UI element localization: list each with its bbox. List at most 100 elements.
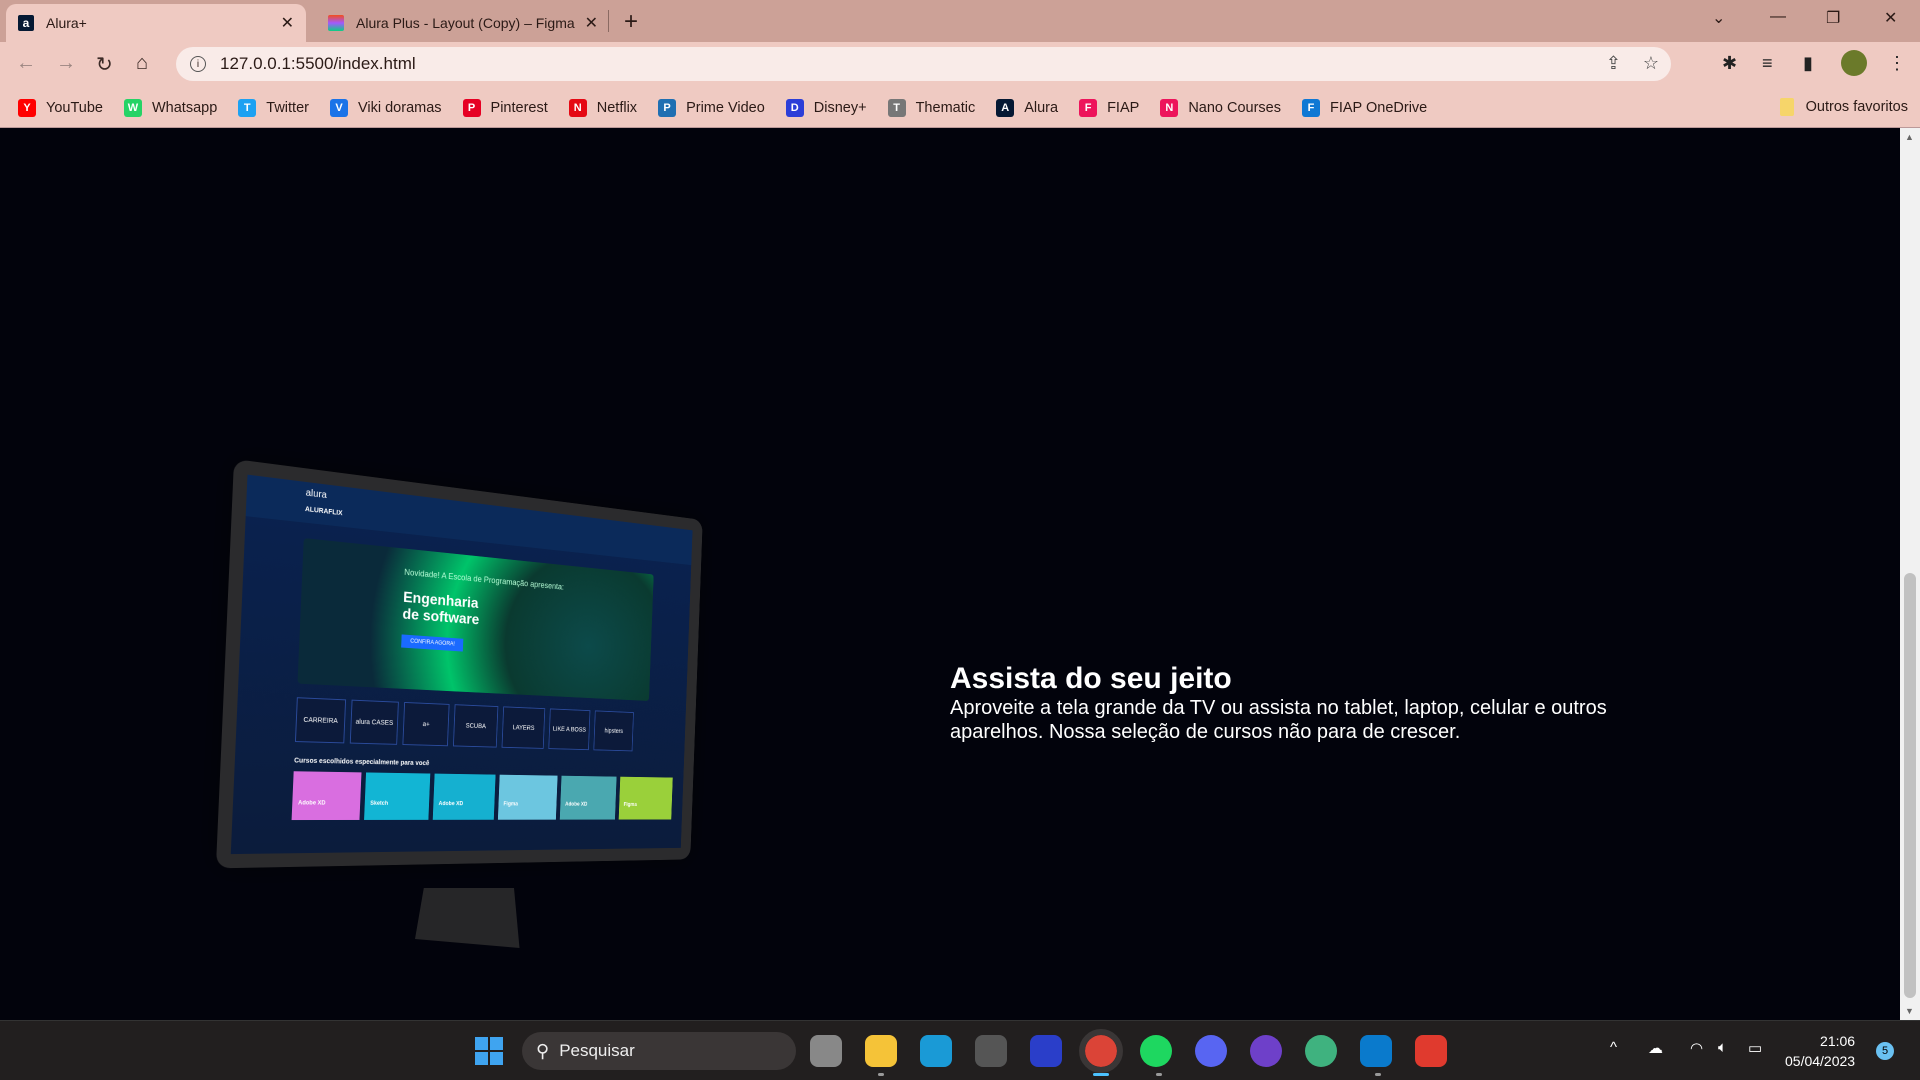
bookmark-label: Prime Video (686, 99, 765, 116)
taskbar-search[interactable]: ⚲ Pesquisar (522, 1032, 796, 1070)
whatsapp-icon: W (123, 98, 142, 117)
mockup-course-card: Adobe XD (559, 775, 617, 820)
bookmark-viki-doramas[interactable]: V Viki doramas (329, 98, 442, 117)
figma-icon (328, 15, 344, 31)
mockup-tile: a+ (402, 701, 450, 747)
search-icon: ⚲ (536, 1040, 550, 1061)
close-tab-icon[interactable]: ✕ (281, 13, 294, 33)
spotify-icon[interactable] (1140, 1035, 1172, 1067)
scroll-up-arrow[interactable]: ▲ (1905, 132, 1914, 142)
address-bar[interactable]: i 127.0.0.1:5500/index.html ⇪ ☆ (176, 47, 1671, 81)
mockup-course-card: Adobe XD (291, 771, 362, 821)
wifi-icon[interactable]: ◠ (1690, 1039, 1703, 1057)
scroll-down-arrow[interactable]: ▼ (1905, 1006, 1914, 1016)
chrome-icon[interactable] (1079, 1029, 1123, 1073)
edge-icon[interactable] (920, 1035, 952, 1067)
alura-icon: a (18, 15, 34, 31)
share-icon[interactable]: ⇪ (1606, 53, 1621, 74)
clock-time: 21:06 (1820, 1033, 1856, 1049)
toolbar: ← → ↻ ⌂ i 127.0.0.1:5500/index.html ⇪ ☆ … (0, 42, 1920, 88)
cortana-icon[interactable] (1030, 1035, 1062, 1067)
bookmark-youtube[interactable]: Y YouTube (18, 98, 103, 117)
mockup-tile: LIKE A BOSS (548, 708, 591, 751)
bookmark-twitter[interactable]: T Twitter (238, 98, 309, 117)
discord-icon[interactable] (1195, 1035, 1227, 1067)
alura-icon: A (996, 98, 1015, 117)
bookmark-label: Pinterest (490, 99, 548, 116)
menu-icon[interactable]: ⋮ (1888, 53, 1906, 74)
bookmark-label: YouTube (46, 99, 103, 116)
volume-icon[interactable]: 🔈︎ (1718, 1039, 1727, 1056)
twitter-icon: T (238, 98, 257, 117)
banner-button: CONFIRA AGORA! (401, 634, 464, 652)
bookmark-nano-courses[interactable]: N Nano Courses (1160, 98, 1281, 117)
bookmark-label: Nano Courses (1188, 99, 1281, 116)
tray-overflow-icon[interactable]: ^ (1610, 1039, 1617, 1056)
github-desktop-icon[interactable] (1250, 1035, 1282, 1067)
back-button[interactable]: ← (16, 52, 36, 75)
task-view-icon[interactable] (810, 1035, 842, 1067)
atom-icon[interactable] (1305, 1035, 1337, 1067)
bookmark-netflix[interactable]: N Netflix (568, 98, 638, 117)
restore-button[interactable]: ❐ (1826, 8, 1840, 28)
pinterest-icon: P (462, 98, 481, 117)
bookmark-star-icon[interactable]: ☆ (1643, 53, 1659, 74)
close-tab-icon[interactable]: ✕ (585, 13, 598, 33)
bookmark-label: Alura (1024, 99, 1059, 116)
bookmark-thematic[interactable]: T Thematic (887, 98, 975, 117)
battery-icon[interactable]: ▭ (1748, 1039, 1762, 1057)
minimize-button[interactable]: — (1770, 8, 1786, 26)
mockup-section-title: Cursos escolhidos especialmente para voc… (293, 757, 430, 768)
start-button[interactable] (473, 1035, 505, 1067)
windows-icon (475, 1037, 503, 1065)
bookmark-label: Viki doramas (357, 99, 442, 116)
bookmark-label: Netflix (596, 99, 638, 116)
bookmark-fiap[interactable]: F FIAP (1079, 98, 1139, 117)
other-bookmarks-folder[interactable]: Outros favoritos (1779, 98, 1908, 116)
bookmark-pinterest[interactable]: P Pinterest (462, 98, 548, 117)
tab-title: Alura Plus - Layout (Copy) – Figma (356, 15, 575, 31)
media-control-icon[interactable]: ≡ (1762, 53, 1773, 74)
bookmark-alura[interactable]: A Alura (996, 98, 1059, 117)
home-button[interactable]: ⌂ (136, 52, 148, 75)
new-tab-button[interactable]: + (624, 8, 638, 36)
extensions-icon[interactable]: ✱ (1722, 53, 1737, 74)
tab-title: Alura+ (46, 15, 87, 31)
todoist-icon[interactable] (1415, 1035, 1447, 1067)
bookmark-whatsapp[interactable]: W Whatsapp (123, 98, 217, 117)
mockup-course-card: Sketch (364, 772, 431, 820)
other-bookmarks-label: Outros favoritos (1805, 99, 1908, 115)
hero-title: Assista do seu jeito (950, 662, 1232, 695)
monitor-stand (415, 888, 520, 948)
file-explorer-icon[interactable] (865, 1035, 897, 1067)
forward-button[interactable]: → (56, 52, 76, 75)
monitor-screen: alura ALURAFLIX Novidade! A Escola de Pr… (230, 474, 693, 855)
settings-icon[interactable] (975, 1035, 1007, 1067)
tab-search-icon[interactable]: ⌄ (1712, 8, 1725, 28)
bookmark-fiap-onedrive[interactable]: F FIAP OneDrive (1302, 98, 1427, 117)
reload-button[interactable]: ↻ (96, 52, 113, 77)
bookmark-label: Twitter (266, 99, 309, 116)
page-scrollbar[interactable]: ▲ ▼ (1900, 128, 1920, 1020)
profile-avatar[interactable] (1841, 50, 1867, 76)
onedrive-tray-icon[interactable]: ☁ (1648, 1039, 1663, 1057)
tab-figma[interactable]: Alura Plus - Layout (Copy) – Figma ✕ (318, 4, 608, 42)
mockup-tile: SCUBA (452, 704, 499, 748)
site-info-icon[interactable]: i (190, 56, 206, 72)
close-window-button[interactable]: ✕ (1884, 8, 1897, 28)
url-text: 127.0.0.1:5500/index.html (220, 54, 416, 73)
notification-badge[interactable]: 5 (1876, 1042, 1894, 1060)
disney-icon: D (785, 98, 804, 117)
monitor-frame: alura ALURAFLIX Novidade! A Escola de Pr… (215, 458, 703, 869)
clock[interactable]: 21:06 05/04/2023 (1785, 1031, 1855, 1071)
scrollbar-thumb[interactable] (1904, 573, 1916, 998)
mockup-logo: alura (305, 487, 328, 501)
bookmark-prime-video[interactable]: P Prime Video (658, 98, 765, 117)
side-panel-icon[interactable]: ▮ (1803, 53, 1813, 74)
mockup-course-card: Figma (497, 774, 558, 820)
bookmark-label: Disney+ (813, 99, 867, 116)
vscode-icon[interactable] (1360, 1035, 1392, 1067)
bookmark-disney-[interactable]: D Disney+ (785, 98, 867, 117)
mockup-banner: Novidade! A Escola de Programação aprese… (297, 538, 654, 701)
tab-alura[interactable]: a Alura+ ✕ (6, 4, 306, 42)
